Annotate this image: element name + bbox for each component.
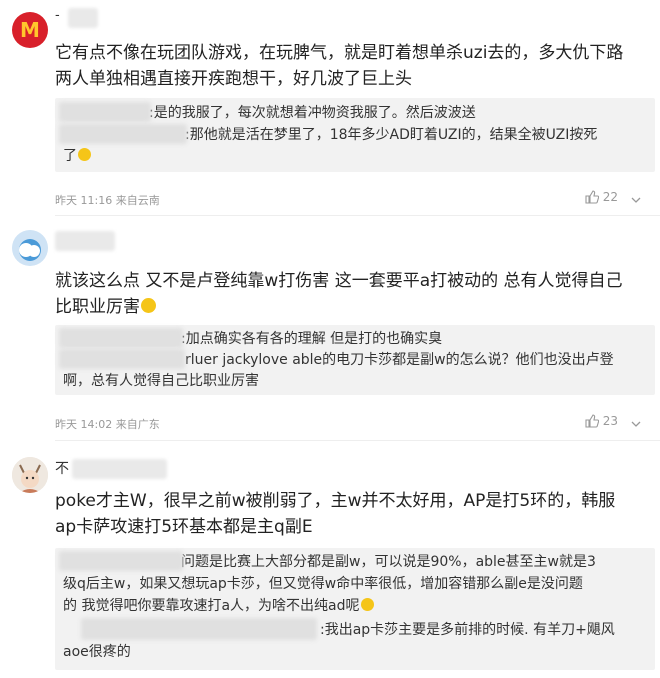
username-blur [59,551,183,571]
username-blur [59,124,187,144]
avatar[interactable] [12,457,48,493]
reply-line: 了 [63,146,91,167]
comment-line: ap卡萨攻速打5环基本都是主q副E [55,517,313,537]
more-vertical-icon [631,421,641,427]
divider [55,440,660,441]
cloud-avatar-icon [12,230,48,266]
reply-line: aoe很疼的 [63,644,131,660]
username-blur [59,349,185,369]
reply-line: 啊，总有人觉得自己比职业厉害 [63,373,259,389]
divider [55,215,660,216]
username-blur [68,8,98,28]
comment-text: 它有点不像在玩团队游戏，在玩脾气，就是盯着想单杀uzi去的，多大仇下路 两人单独… [55,40,655,92]
grin-emoji-icon [78,148,91,161]
comment-line: 两人单独相遇直接开疾跑想干，好几波了巨上头 [55,69,412,89]
mcdonalds-logo-icon: M [20,18,40,42]
comment-meta: 昨天 14:02 来自广东 [55,418,160,431]
reply-box[interactable]: :加点确实各有各的理解 但是打的也确实臭 rluer jackylove abl… [55,325,655,395]
username-blur [72,459,167,479]
more-vertical-icon [631,197,641,203]
like-button[interactable]: 22 [585,190,618,204]
grin-emoji-icon [141,298,156,313]
comment-line: 它有点不像在玩团队游戏，在玩脾气，就是盯着想单杀uzi去的，多大仇下路 [55,43,624,63]
grin-emoji-icon [360,598,374,611]
username[interactable]: 不 [55,458,69,478]
username-blur [59,328,183,348]
username-blur [59,102,151,122]
like-count: 23 [602,414,618,428]
reply-line: rluer jackylove able的电刀卡莎都是副w的怎么说？他们也没出卢… [185,352,614,368]
reply-line: 的 我觉得吧你要靠攻速打a人，为啥不出纯ad呢 [63,596,374,617]
reply-line: :是的我服了，每次就想着冲物资我服了。然后波波送 [149,105,476,121]
username[interactable]: - [55,8,68,23]
thumb-up-icon [585,414,599,428]
avatar-mcdonalds[interactable]: M [12,12,48,48]
username-blur [55,231,115,251]
reply-line: :加点确实各有各的理解 但是打的也确实臭 [181,331,443,347]
comment-line: 比职业厉害 [55,294,655,320]
reply-line: 级q后主w，如果又想玩ap卡莎，但又觉得w命中率很低，增加容错那么副e是没问题 [63,576,583,592]
comment-line: 就该这么点 又不是卢登纯靠w打伤害 这一套要平a打被动的 总有人觉得自己 [55,271,623,291]
more-button[interactable] [630,191,642,210]
comment-line: poke才主W，很早之前w被削弱了，主w并不太好用，AP是打5环的，韩服 [55,491,616,511]
comment-meta: 昨天 11:16 来自云南 [55,194,160,207]
reply-box[interactable]: 问题是比赛上大部分都是副w，可以说是90%，able甚至主w就是3 级q后主w，… [55,548,655,670]
username-blur [81,618,317,640]
character-avatar-icon [12,457,48,493]
comment-text: poke才主W，很早之前w被削弱了，主w并不太好用，AP是打5环的，韩服 ap卡… [55,488,655,540]
like-button[interactable]: 23 [585,414,618,428]
reply-line: 问题是比赛上大部分都是副w，可以说是90%，able甚至主w就是3 [181,554,596,570]
more-button[interactable] [630,415,642,434]
reply-line: :我出ap卡莎主要是多前排的时候. 有羊刀+飓风 [320,622,615,638]
like-count: 22 [602,190,618,204]
comment-text: 就该这么点 又不是卢登纯靠w打伤害 这一套要平a打被动的 总有人觉得自己 比职业… [55,268,655,320]
reply-line: :那他就是活在梦里了，18年多少AD盯着UZI的，结果全被UZI按死 [185,127,598,143]
thumb-up-icon [585,190,599,204]
reply-box[interactable]: :是的我服了，每次就想着冲物资我服了。然后波波送 :那他就是活在梦里了，18年多… [55,98,655,172]
avatar[interactable] [12,230,48,266]
